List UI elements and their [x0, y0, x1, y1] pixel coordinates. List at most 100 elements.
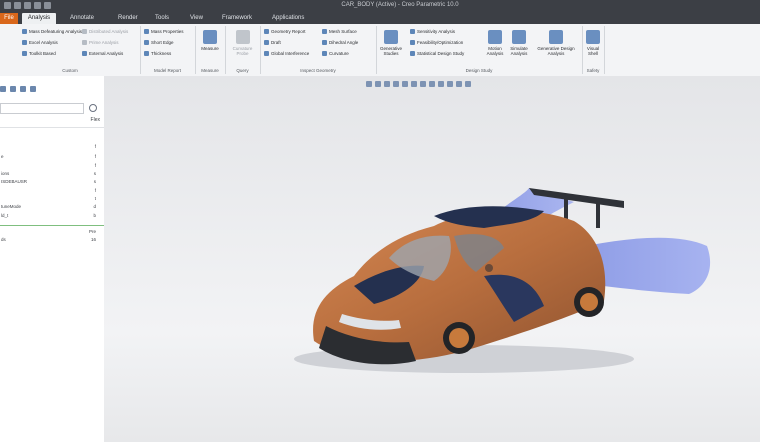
group-measure: Measure Measure [195, 26, 226, 74]
tab-file[interactable]: File [0, 13, 18, 24]
tab-render[interactable]: Render [118, 13, 138, 24]
external-icon [82, 51, 87, 56]
title-bar: CAR_BODY (Active) - Creo Parametric 10.0 [0, 0, 760, 12]
group-model-report: Mass Properties Short Edge Thickness Mod… [140, 26, 196, 74]
divider [0, 225, 104, 226]
window-title: CAR_BODY (Active) - Creo Parametric 10.0 [341, 2, 459, 8]
model-tree-panel: Flex f ef f ions s ISDEBAUSR s f t tuneMod… [0, 76, 105, 442]
tree-row[interactable]: t [0, 196, 100, 203]
toolkit-icon [22, 51, 27, 56]
generative-studies-button[interactable]: Generative Studies [378, 30, 404, 56]
group-label: Model Report [153, 68, 181, 73]
tree-row[interactable]: f [0, 144, 100, 151]
group-label: Inspect Geometry [300, 68, 336, 73]
settings-icon[interactable] [20, 86, 26, 92]
ribbon-item[interactable]: Mesh Surface [322, 29, 357, 34]
simulate-icon [512, 30, 526, 44]
tree-row[interactable]: f [0, 163, 100, 170]
tree-header: Flex [0, 117, 104, 128]
prime-icon [82, 40, 87, 45]
draft-icon [264, 40, 269, 45]
group-label: Safety [586, 68, 600, 73]
ribbon-item[interactable]: Sensitivity Analysis [410, 29, 455, 34]
undo-icon[interactable] [34, 2, 41, 9]
group-query: Curvature Probe Query [225, 26, 261, 74]
tree-row[interactable]: ions s [0, 171, 100, 178]
thickness-icon [144, 51, 149, 56]
motion-analysis-button[interactable]: Motion Analysis [484, 30, 506, 56]
tab-analysis[interactable]: Analysis [22, 13, 56, 24]
tree-row[interactable]: ld_t b [0, 213, 100, 220]
rear-rim [580, 293, 598, 311]
simulate-analysis-button[interactable]: Simulate Analysis [508, 30, 530, 56]
tree-row[interactable]: Pre [0, 229, 100, 236]
new-icon[interactable] [4, 2, 11, 9]
motion-icon [488, 30, 502, 44]
tab-tools[interactable]: Tools [155, 13, 169, 24]
probe-icon [235, 30, 250, 44]
ribbon-item[interactable]: Distributed Analysis [82, 29, 128, 34]
ribbon-item[interactable]: Mass Properties [144, 29, 184, 34]
visual-shell-button[interactable]: Visual Shell [584, 30, 602, 56]
tree-toolbar [0, 86, 36, 92]
ribbon-item[interactable]: Statistical Design Study [410, 51, 464, 56]
group-safety: Visual Shell Safety [582, 26, 605, 74]
optimization-icon [410, 40, 415, 45]
ribbon-item[interactable]: Mass Defeaturing Analysis [22, 29, 82, 34]
tree-search-input[interactable] [0, 103, 84, 114]
tree-row[interactable]: ef [0, 154, 100, 161]
tree-row[interactable]: tuneMode d [0, 204, 100, 211]
search-icon[interactable] [89, 104, 97, 112]
ribbon-item[interactable]: Geometry Report [264, 29, 306, 34]
ribbon-item[interactable]: Feasibility/Optimization [410, 40, 463, 45]
tree-row[interactable]: ds 16 [0, 237, 100, 244]
group-label: Custom [62, 68, 78, 73]
generative-design-analysis-button[interactable]: Generative Design Analysis [534, 30, 578, 56]
group-label: Measure [201, 68, 219, 73]
ribbon-item[interactable]: Curvature [322, 51, 349, 56]
ribbon-item[interactable]: Short Edge [144, 40, 174, 45]
report-icon [264, 29, 269, 34]
ribbon-item[interactable]: Prime Analysis [82, 40, 119, 45]
quick-access-toolbar [4, 2, 51, 9]
show-icon[interactable] [30, 86, 36, 92]
ribbon-item[interactable]: Toolkit Based [22, 51, 56, 56]
ribbon-item[interactable]: Global Interference [264, 51, 309, 56]
excel-icon [22, 40, 27, 45]
tree-icon[interactable] [0, 86, 6, 92]
save-icon[interactable] [24, 2, 31, 9]
group-label: Design Study [465, 68, 493, 73]
ribbon-item[interactable]: Draft [264, 40, 281, 45]
mesh-icon [322, 29, 327, 34]
redo-icon[interactable] [44, 2, 51, 9]
sensitivity-icon [410, 29, 415, 34]
group-custom: Mass Defeaturing Analysis Excel Analysis… [0, 26, 141, 74]
layers-icon[interactable] [10, 86, 16, 92]
group-inspect-geometry: Geometry Report Draft Global Interferenc… [260, 26, 377, 74]
ribbon-item[interactable]: Dihedral Angle [322, 40, 358, 45]
tab-annotate[interactable]: Annotate [70, 13, 94, 24]
interference-icon [264, 51, 269, 56]
ribbon-tabs: File Analysis Annotate Render Tools View… [0, 12, 760, 24]
graphics-viewport[interactable] [104, 76, 760, 442]
mass-icon [144, 29, 149, 34]
tab-applications[interactable]: Applications [272, 13, 304, 24]
generative-icon [384, 30, 398, 44]
tab-framework[interactable]: Framework [222, 13, 252, 24]
curvature-probe-button[interactable]: Curvature Probe [228, 30, 257, 56]
ribbon: Mass Defeaturing Analysis Excel Analysis… [0, 24, 760, 77]
measure-button[interactable]: Measure [198, 30, 222, 51]
ruler-icon [203, 30, 217, 44]
driver-figure [485, 264, 493, 272]
column-header: Flex [90, 117, 100, 123]
ribbon-item[interactable]: Excel Analysis [22, 40, 58, 45]
tree-row[interactable]: ISDEBAUSR s [0, 179, 100, 186]
ribbon-item[interactable]: External Analysis [82, 51, 123, 56]
angle-icon [322, 40, 327, 45]
edge-icon [144, 40, 149, 45]
tab-view[interactable]: View [190, 13, 203, 24]
design-icon [549, 30, 563, 44]
open-icon[interactable] [14, 2, 21, 9]
tree-row[interactable]: f [0, 188, 100, 195]
ribbon-item[interactable]: Thickness [144, 51, 171, 56]
